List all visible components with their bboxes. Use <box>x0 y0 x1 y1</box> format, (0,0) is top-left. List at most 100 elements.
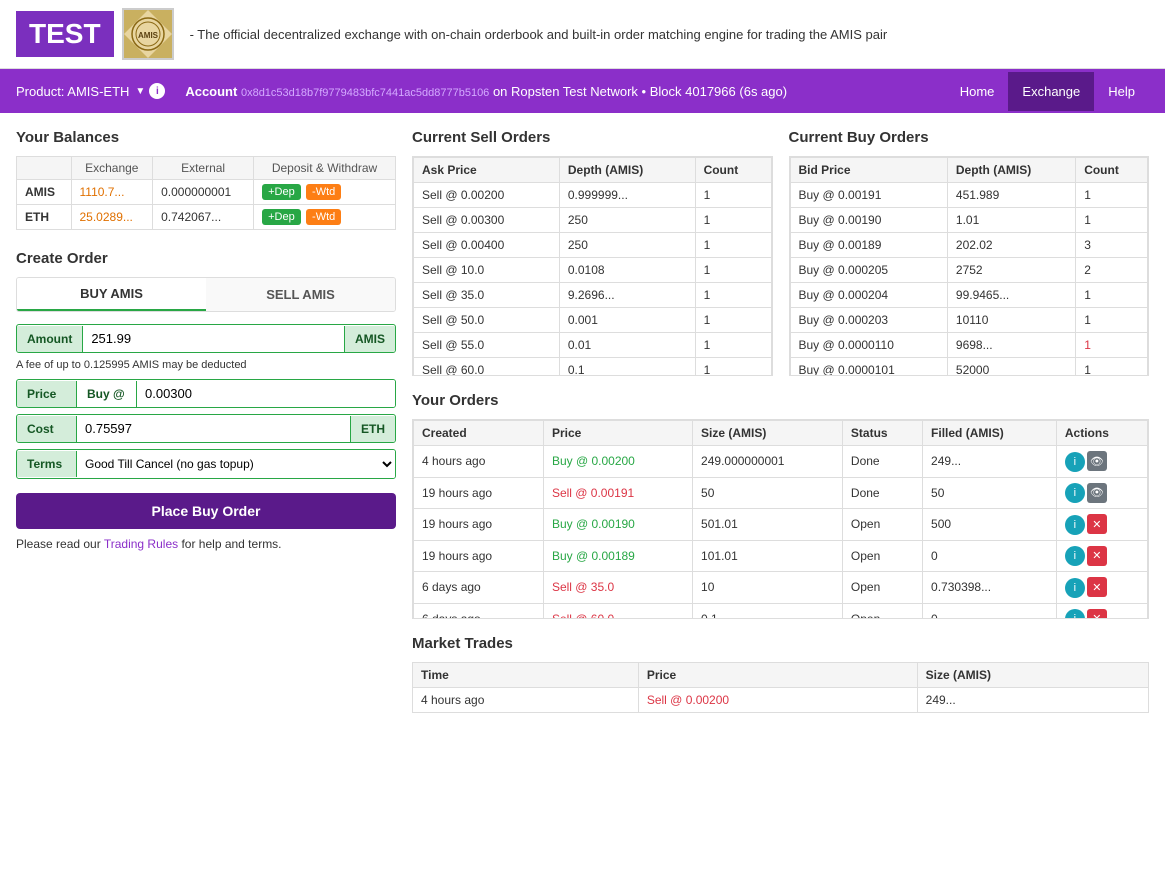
amount-unit: AMIS <box>344 326 395 352</box>
order-filled: 0.730398... <box>923 572 1057 604</box>
price-label: Price <box>17 381 77 407</box>
order-status: Done <box>842 477 922 509</box>
your-order-row: 19 hours ago Buy @ 0.00189 101.01 Open 0… <box>414 540 1148 572</box>
balance-exchange: 25.0289... <box>71 205 153 230</box>
cost-label: Cost <box>17 416 77 442</box>
deposit-button[interactable]: +Dep <box>262 184 301 200</box>
buy-depth: 2752 <box>947 258 1075 283</box>
place-buy-order-button[interactable]: Place Buy Order <box>16 493 396 529</box>
sell-order-row[interactable]: Sell @ 55.0 0.01 1 <box>414 333 772 358</box>
order-price: Sell @ 60.0 <box>543 603 692 619</box>
withdraw-button[interactable]: -Wtd <box>306 209 341 225</box>
your-col-size: Size (AMIS) <box>693 421 843 446</box>
order-eye-button[interactable]: 👁 <box>1087 451 1107 471</box>
sell-order-row[interactable]: Sell @ 10.0 0.0108 1 <box>414 258 772 283</box>
order-cancel-button[interactable]: ✕ <box>1087 577 1107 597</box>
order-price: Buy @ 0.00189 <box>543 540 692 572</box>
nav-exchange-link[interactable]: Exchange <box>1008 72 1094 111</box>
sell-order-row[interactable]: Sell @ 0.00400 250 1 <box>414 233 772 258</box>
right-panels: Current Sell Orders Ask Price Depth (AMI… <box>412 129 1149 713</box>
order-price: Sell @ 0.00191 <box>543 477 692 509</box>
withdraw-button[interactable]: -Wtd <box>306 184 341 200</box>
your-orders-scrollable[interactable]: Created Price Size (AMIS) Status Filled … <box>412 419 1149 619</box>
buy-order-row[interactable]: Buy @ 0.0000110 9698... 1 <box>790 333 1148 358</box>
buy-order-row[interactable]: Buy @ 0.000204 99.9465... 1 <box>790 283 1148 308</box>
sell-count: 1 <box>695 208 771 233</box>
balance-actions: +Dep -Wtd <box>254 205 396 230</box>
sell-ask-price: Sell @ 0.00300 <box>414 208 560 233</box>
buy-depth: 52000 <box>947 358 1075 377</box>
buy-bid-price: Buy @ 0.00191 <box>790 183 947 208</box>
order-filled: 249... <box>923 446 1057 478</box>
sell-order-row[interactable]: Sell @ 60.0 0.1 1 <box>414 358 772 377</box>
trading-rules-link[interactable]: Trading Rules <box>104 537 178 551</box>
sell-order-row[interactable]: Sell @ 35.0 9.2696... 1 <box>414 283 772 308</box>
buy-order-row[interactable]: Buy @ 0.000205 2752 2 <box>790 258 1148 283</box>
trade-size: 249... <box>917 688 1148 713</box>
sell-order-row[interactable]: Sell @ 0.00300 250 1 <box>414 208 772 233</box>
balance-external: 0.742067... <box>153 205 254 230</box>
balance-exchange: 1110.7... <box>71 180 153 205</box>
balances-row: ETH 25.0289... 0.742067... +Dep -Wtd <box>17 205 396 230</box>
deposit-button[interactable]: +Dep <box>262 209 301 225</box>
your-col-actions: Actions <box>1056 421 1147 446</box>
order-status: Open <box>842 509 922 541</box>
order-cancel-button[interactable]: ✕ <box>1087 546 1107 566</box>
your-col-filled: Filled (AMIS) <box>923 421 1057 446</box>
order-cancel-button[interactable]: ✕ <box>1087 514 1107 534</box>
amount-input[interactable] <box>83 325 344 352</box>
order-actions: i✕ <box>1056 603 1147 619</box>
balance-external: 0.000000001 <box>153 180 254 205</box>
order-actions: i👁 <box>1056 446 1147 478</box>
buy-order-row[interactable]: Buy @ 0.00191 451.989 1 <box>790 183 1148 208</box>
order-actions: i👁 <box>1056 477 1147 509</box>
order-info-button[interactable]: i <box>1065 452 1085 472</box>
order-info-button[interactable]: i <box>1065 483 1085 503</box>
sell-count: 1 <box>695 233 771 258</box>
top-header: TEST AMIS - The official decentralized e… <box>0 0 1165 69</box>
buy-count: 2 <box>1076 258 1148 283</box>
sell-order-row[interactable]: Sell @ 0.00200 0.999999... 1 <box>414 183 772 208</box>
nav-help-link[interactable]: Help <box>1094 72 1149 111</box>
order-eye-button[interactable]: 👁 <box>1087 483 1107 503</box>
cost-input[interactable] <box>77 415 350 442</box>
tab-sell-amis[interactable]: SELL AMIS <box>206 278 395 311</box>
buy-order-row[interactable]: Buy @ 0.00189 202.02 3 <box>790 233 1148 258</box>
order-info-button[interactable]: i <box>1065 609 1085 619</box>
order-status: Open <box>842 540 922 572</box>
buy-orders-panel: Current Buy Orders Bid Price Depth (AMIS… <box>789 129 1150 376</box>
order-info-button[interactable]: i <box>1065 578 1085 598</box>
sell-orders-scrollable[interactable]: Ask Price Depth (AMIS) Count Sell @ 0.00… <box>412 156 773 376</box>
buy-bid-price: Buy @ 0.00190 <box>790 208 947 233</box>
price-input[interactable] <box>137 380 395 407</box>
sell-order-row[interactable]: Sell @ 50.0 0.001 1 <box>414 308 772 333</box>
market-trades-title: Market Trades <box>412 635 1149 652</box>
order-created: 19 hours ago <box>414 540 544 572</box>
buy-orders-scrollable[interactable]: Bid Price Depth (AMIS) Count Buy @ 0.001… <box>789 156 1150 376</box>
order-created: 6 days ago <box>414 572 544 604</box>
order-created: 19 hours ago <box>414 509 544 541</box>
terms-select[interactable]: Good Till Cancel (no gas topup) Good Til… <box>77 450 395 478</box>
balances-table: Exchange External Deposit & Withdraw AMI… <box>16 156 396 230</box>
buy-bid-price: Buy @ 0.000203 <box>790 308 947 333</box>
buy-order-row[interactable]: Buy @ 0.00190 1.01 1 <box>790 208 1148 233</box>
nav-home-link[interactable]: Home <box>946 72 1009 111</box>
tab-buy-amis[interactable]: BUY AMIS <box>17 278 206 311</box>
current-orders-row: Current Sell Orders Ask Price Depth (AMI… <box>412 129 1149 376</box>
order-cancel-button[interactable]: ✕ <box>1087 609 1107 620</box>
buy-order-row[interactable]: Buy @ 0.000203 10110 1 <box>790 308 1148 333</box>
trade-time: 4 hours ago <box>413 688 639 713</box>
order-size: 10 <box>693 572 843 604</box>
buy-order-row[interactable]: Buy @ 0.0000101 52000 1 <box>790 358 1148 377</box>
sell-ask-price: Sell @ 50.0 <box>414 308 560 333</box>
buy-count: 1 <box>1076 283 1148 308</box>
product-info-icon[interactable]: i <box>149 83 165 99</box>
sell-depth: 0.001 <box>559 308 695 333</box>
balances-col-deposit: Deposit & Withdraw <box>254 157 396 180</box>
order-info-button[interactable]: i <box>1065 515 1085 535</box>
product-selector[interactable]: Product: AMIS-ETH ▼ i <box>16 83 165 99</box>
your-order-row: 19 hours ago Buy @ 0.00190 501.01 Open 5… <box>414 509 1148 541</box>
order-status: Open <box>842 603 922 619</box>
order-info-button[interactable]: i <box>1065 546 1085 566</box>
order-size: 101.01 <box>693 540 843 572</box>
